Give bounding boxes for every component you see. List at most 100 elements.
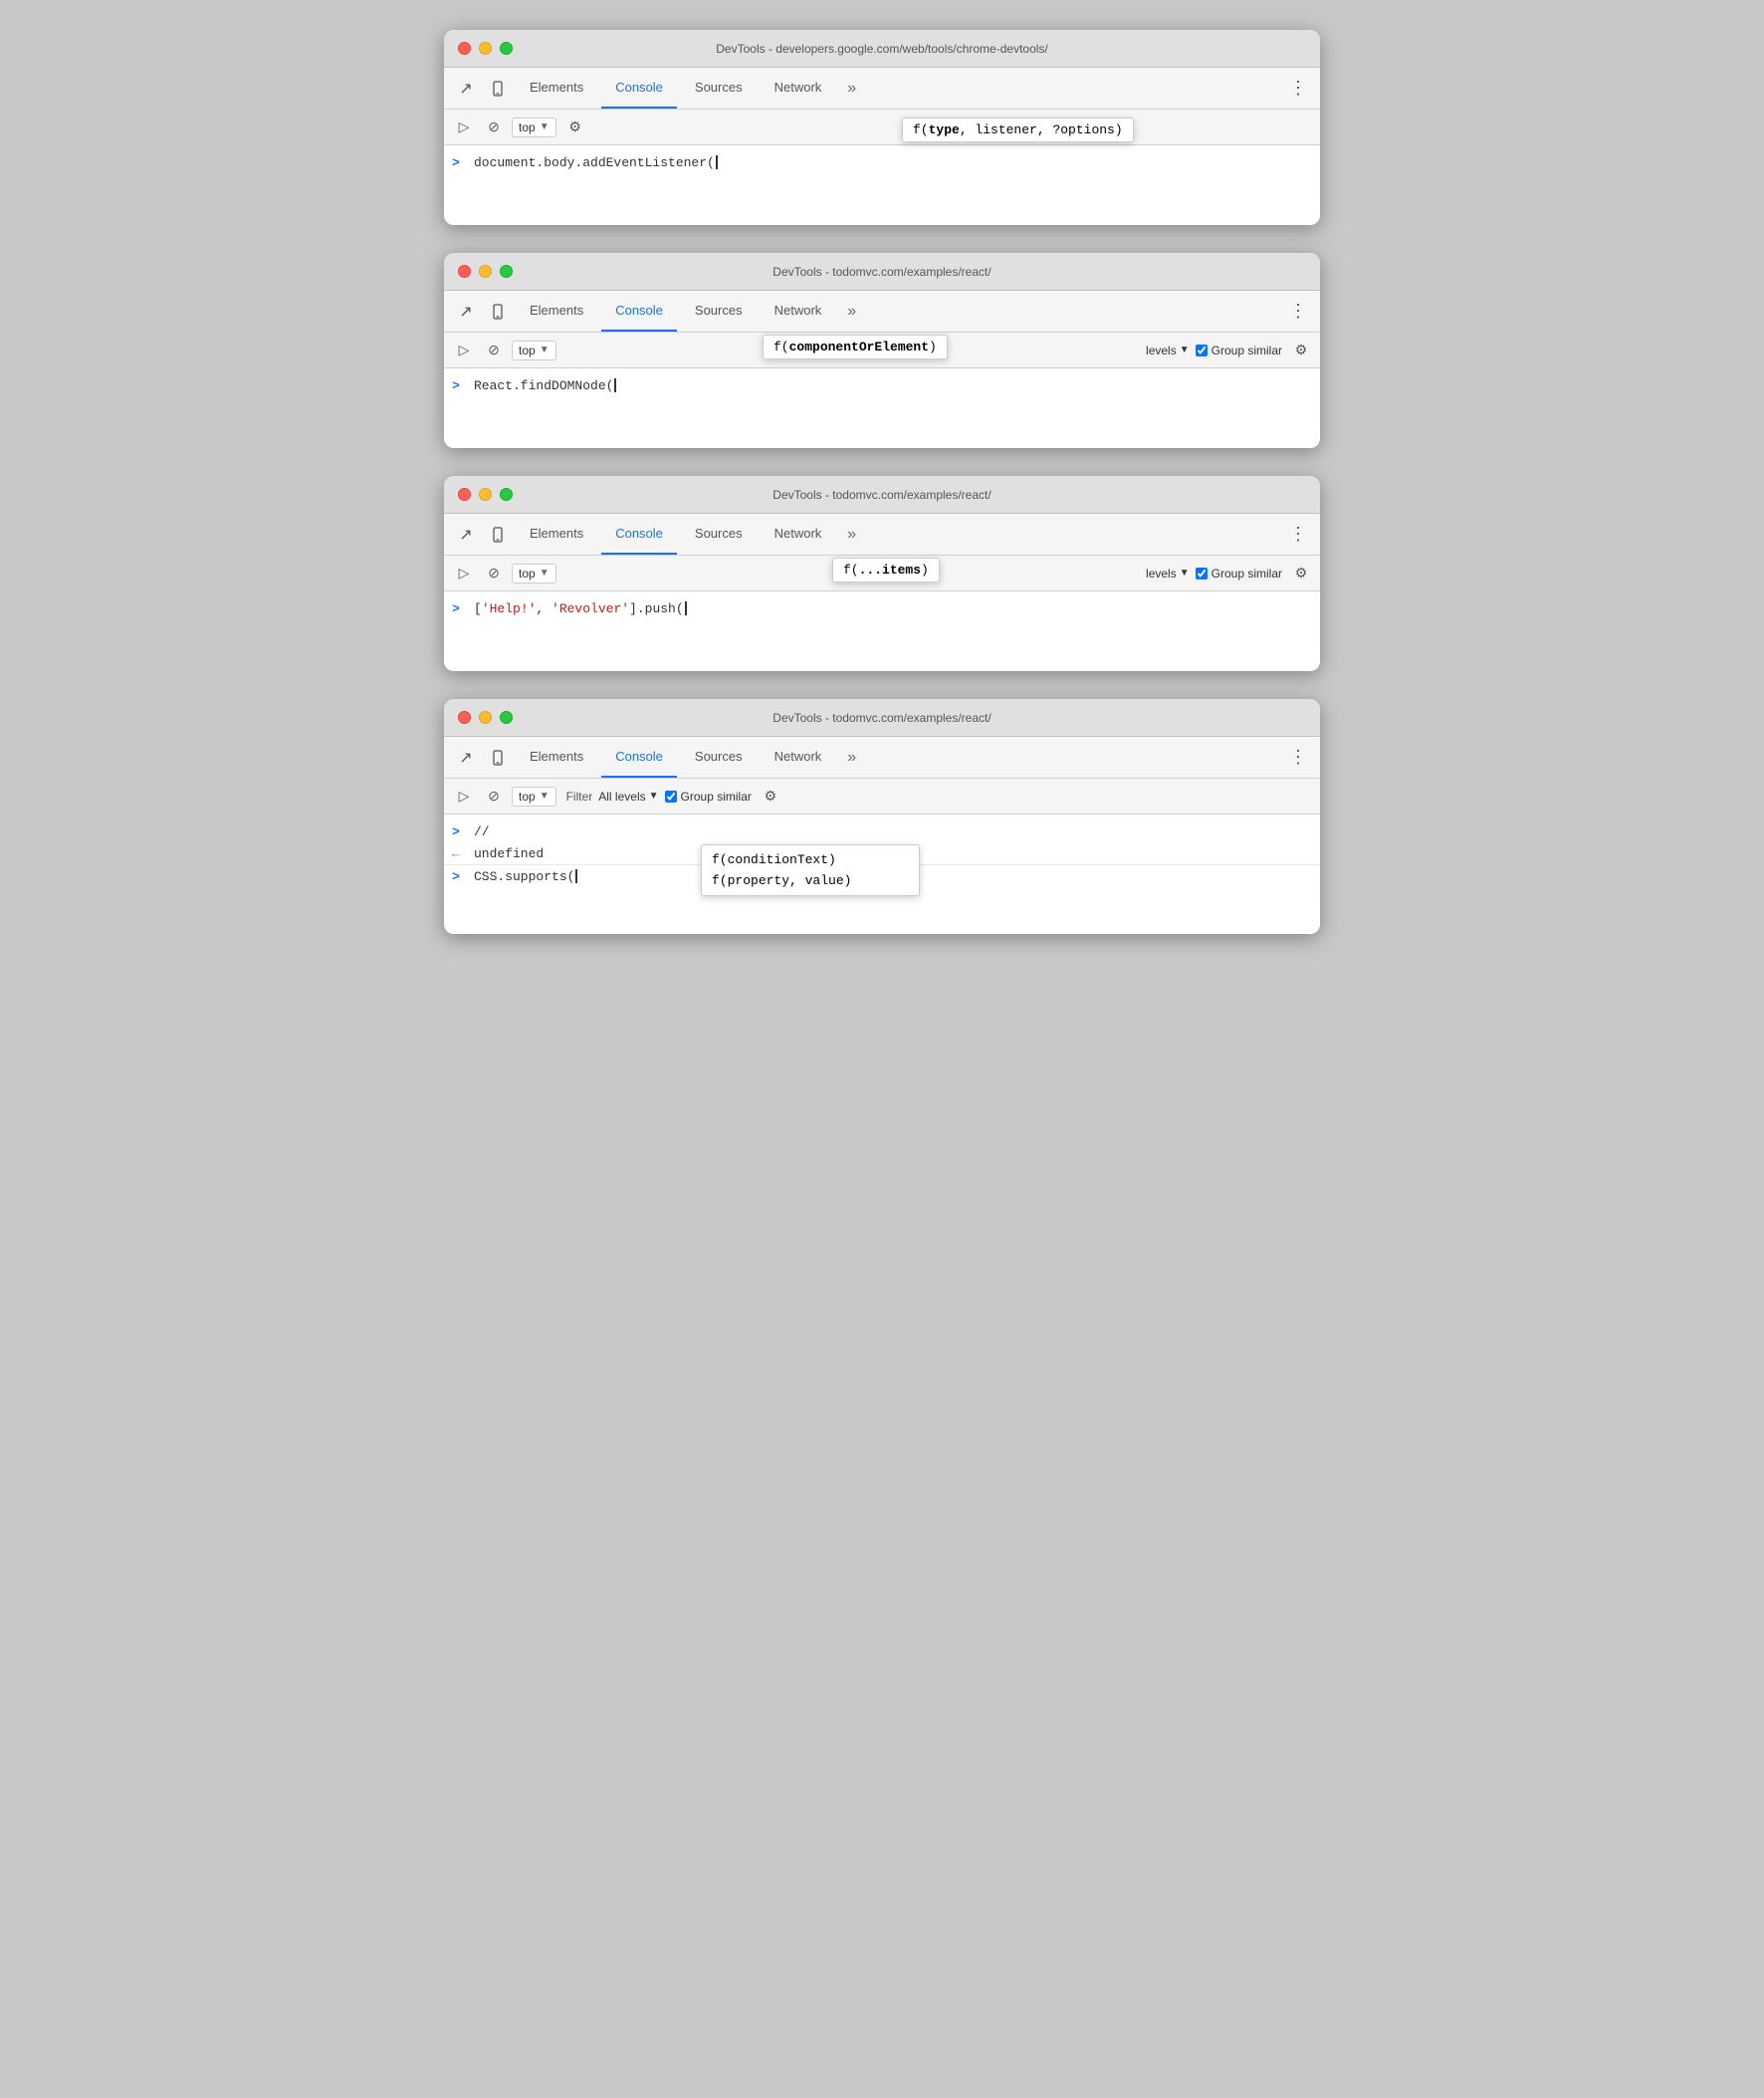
gear-icon-1[interactable]: ⚙ [564, 117, 586, 138]
maximize-button-2[interactable] [500, 265, 513, 278]
ac-item-1: f(conditionText) [702, 849, 919, 870]
group-similar-checkbox-2[interactable] [1196, 345, 1208, 356]
play-icon-4[interactable]: ▷ [452, 785, 476, 809]
levels-btn-3[interactable]: levels ▼ [1146, 567, 1190, 581]
ac-bold-3: ...items [859, 563, 921, 578]
ac-prefix-3: f( [843, 563, 859, 578]
prompt-3: > [452, 601, 466, 616]
tab-network-4[interactable]: Network [761, 737, 836, 778]
tab-console-2[interactable]: Console [601, 291, 677, 332]
tab-bar-4: ↗ Elements Console Sources Network » ⋮ [444, 737, 1320, 779]
tab-network-3[interactable]: Network [761, 514, 836, 555]
gear-icon-4[interactable]: ⚙ [760, 786, 781, 808]
close-button-2[interactable] [458, 265, 471, 278]
mobile-icon-2[interactable] [484, 298, 512, 326]
autocomplete-multi-4: f(conditionText) f(property, value) [701, 844, 920, 896]
ac-rest-2: ) [929, 340, 937, 354]
prompt-4a: > [452, 824, 466, 839]
tab-network-2[interactable]: Network [761, 291, 836, 332]
window-title-4: DevTools - todomvc.com/examples/react/ [772, 711, 991, 725]
context-select-2[interactable]: top ▼ [512, 341, 556, 360]
minimize-button-1[interactable] [479, 42, 492, 55]
code-4b[interactable]: undefined [474, 846, 544, 861]
block-icon-1[interactable]: ⊘ [482, 116, 506, 139]
ac-item-2-rest: , value) [789, 873, 851, 888]
tab-more-2[interactable]: » [839, 303, 864, 321]
mobile-icon-4[interactable] [484, 744, 512, 772]
ac-prefix-2: f( [773, 340, 789, 354]
close-button-4[interactable] [458, 711, 471, 724]
group-similar-checkbox-3[interactable] [1196, 568, 1208, 580]
group-similar-4[interactable]: Group similar [665, 790, 752, 804]
levels-label-2: levels [1146, 344, 1177, 357]
code-3[interactable]: ['Help!', 'Revolver'].push( [474, 601, 687, 616]
tab-menu-2[interactable]: ⋮ [1284, 298, 1312, 326]
context-select-3[interactable]: top ▼ [512, 564, 556, 583]
tab-sources-4[interactable]: Sources [681, 737, 757, 778]
mobile-icon-1[interactable] [484, 75, 512, 103]
tab-more-3[interactable]: » [839, 526, 864, 544]
tab-elements-1[interactable]: Elements [516, 68, 597, 109]
tab-elements-4[interactable]: Elements [516, 737, 597, 778]
tab-console-4[interactable]: Console [601, 737, 677, 778]
close-button-1[interactable] [458, 42, 471, 55]
gear-icon-3[interactable]: ⚙ [1290, 563, 1312, 584]
tab-console-3[interactable]: Console [601, 514, 677, 555]
block-icon-2[interactable]: ⊘ [482, 339, 506, 362]
play-icon-3[interactable]: ▷ [452, 562, 476, 585]
tab-more-4[interactable]: » [839, 749, 864, 767]
console-line-3: > ['Help!', 'Revolver'].push( [444, 597, 1320, 619]
context-select-1[interactable]: top ▼ [512, 117, 556, 137]
block-icon-4[interactable]: ⊘ [482, 785, 506, 809]
tab-sources-2[interactable]: Sources [681, 291, 757, 332]
context-select-4[interactable]: top ▼ [512, 787, 556, 807]
context-value-4: top [519, 790, 536, 804]
tab-console-1[interactable]: Console [601, 68, 677, 109]
levels-btn-2[interactable]: levels ▼ [1146, 344, 1190, 357]
tab-menu-3[interactable]: ⋮ [1284, 521, 1312, 549]
play-icon-2[interactable]: ▷ [452, 339, 476, 362]
devtools-window-4: DevTools - todomvc.com/examples/react/ ↗… [444, 699, 1320, 934]
tab-menu-4[interactable]: ⋮ [1284, 744, 1312, 772]
prompt-1: > [452, 155, 466, 170]
group-similar-2[interactable]: Group similar [1196, 344, 1282, 357]
toolbar-1: ▷ ⊘ top ▼ f(type, listener, ?options) ⚙ [444, 110, 1320, 145]
code-2[interactable]: React.findDOMNode( [474, 378, 616, 393]
play-icon-1[interactable]: ▷ [452, 116, 476, 139]
tab-more-1[interactable]: » [839, 80, 864, 98]
tab-menu-1[interactable]: ⋮ [1284, 75, 1312, 103]
group-similar-3[interactable]: Group similar [1196, 567, 1282, 581]
autocomplete-3: f(...items) [832, 558, 940, 583]
code-1[interactable]: document.body.addEventListener( [474, 155, 718, 170]
tab-sources-3[interactable]: Sources [681, 514, 757, 555]
maximize-button-3[interactable] [500, 488, 513, 501]
cursor-icon-2[interactable]: ↗ [452, 298, 480, 326]
group-similar-checkbox-4[interactable] [665, 791, 677, 803]
cursor-icon-4[interactable]: ↗ [452, 744, 480, 772]
tab-elements-2[interactable]: Elements [516, 291, 597, 332]
mobile-icon-3[interactable] [484, 521, 512, 549]
gear-icon-2[interactable]: ⚙ [1290, 340, 1312, 361]
window-title-1: DevTools - developers.google.com/web/too… [716, 42, 1048, 56]
ac-prefix-1: f( [913, 122, 929, 137]
tab-network-1[interactable]: Network [761, 68, 836, 109]
code-4a[interactable]: // [474, 824, 490, 839]
code-4c[interactable]: CSS.supports( [474, 869, 577, 884]
levels-btn-4[interactable]: All levels ▼ [598, 790, 658, 804]
cursor-icon-3[interactable]: ↗ [452, 521, 480, 549]
block-icon-3[interactable]: ⊘ [482, 562, 506, 585]
devtools-window-3: DevTools - todomvc.com/examples/react/ ↗… [444, 476, 1320, 671]
minimize-button-2[interactable] [479, 265, 492, 278]
context-arrow-3: ▼ [540, 568, 550, 579]
maximize-button-4[interactable] [500, 711, 513, 724]
maximize-button-1[interactable] [500, 42, 513, 55]
minimize-button-3[interactable] [479, 488, 492, 501]
tab-elements-3[interactable]: Elements [516, 514, 597, 555]
devtools-window-1: DevTools - developers.google.com/web/too… [444, 30, 1320, 225]
toolbar-4: ▷ ⊘ top ▼ Filter All levels ▼ Group simi… [444, 779, 1320, 815]
minimize-button-4[interactable] [479, 711, 492, 724]
group-similar-label-3: Group similar [1212, 567, 1282, 581]
tab-sources-1[interactable]: Sources [681, 68, 757, 109]
cursor-icon-1[interactable]: ↗ [452, 75, 480, 103]
close-button-3[interactable] [458, 488, 471, 501]
